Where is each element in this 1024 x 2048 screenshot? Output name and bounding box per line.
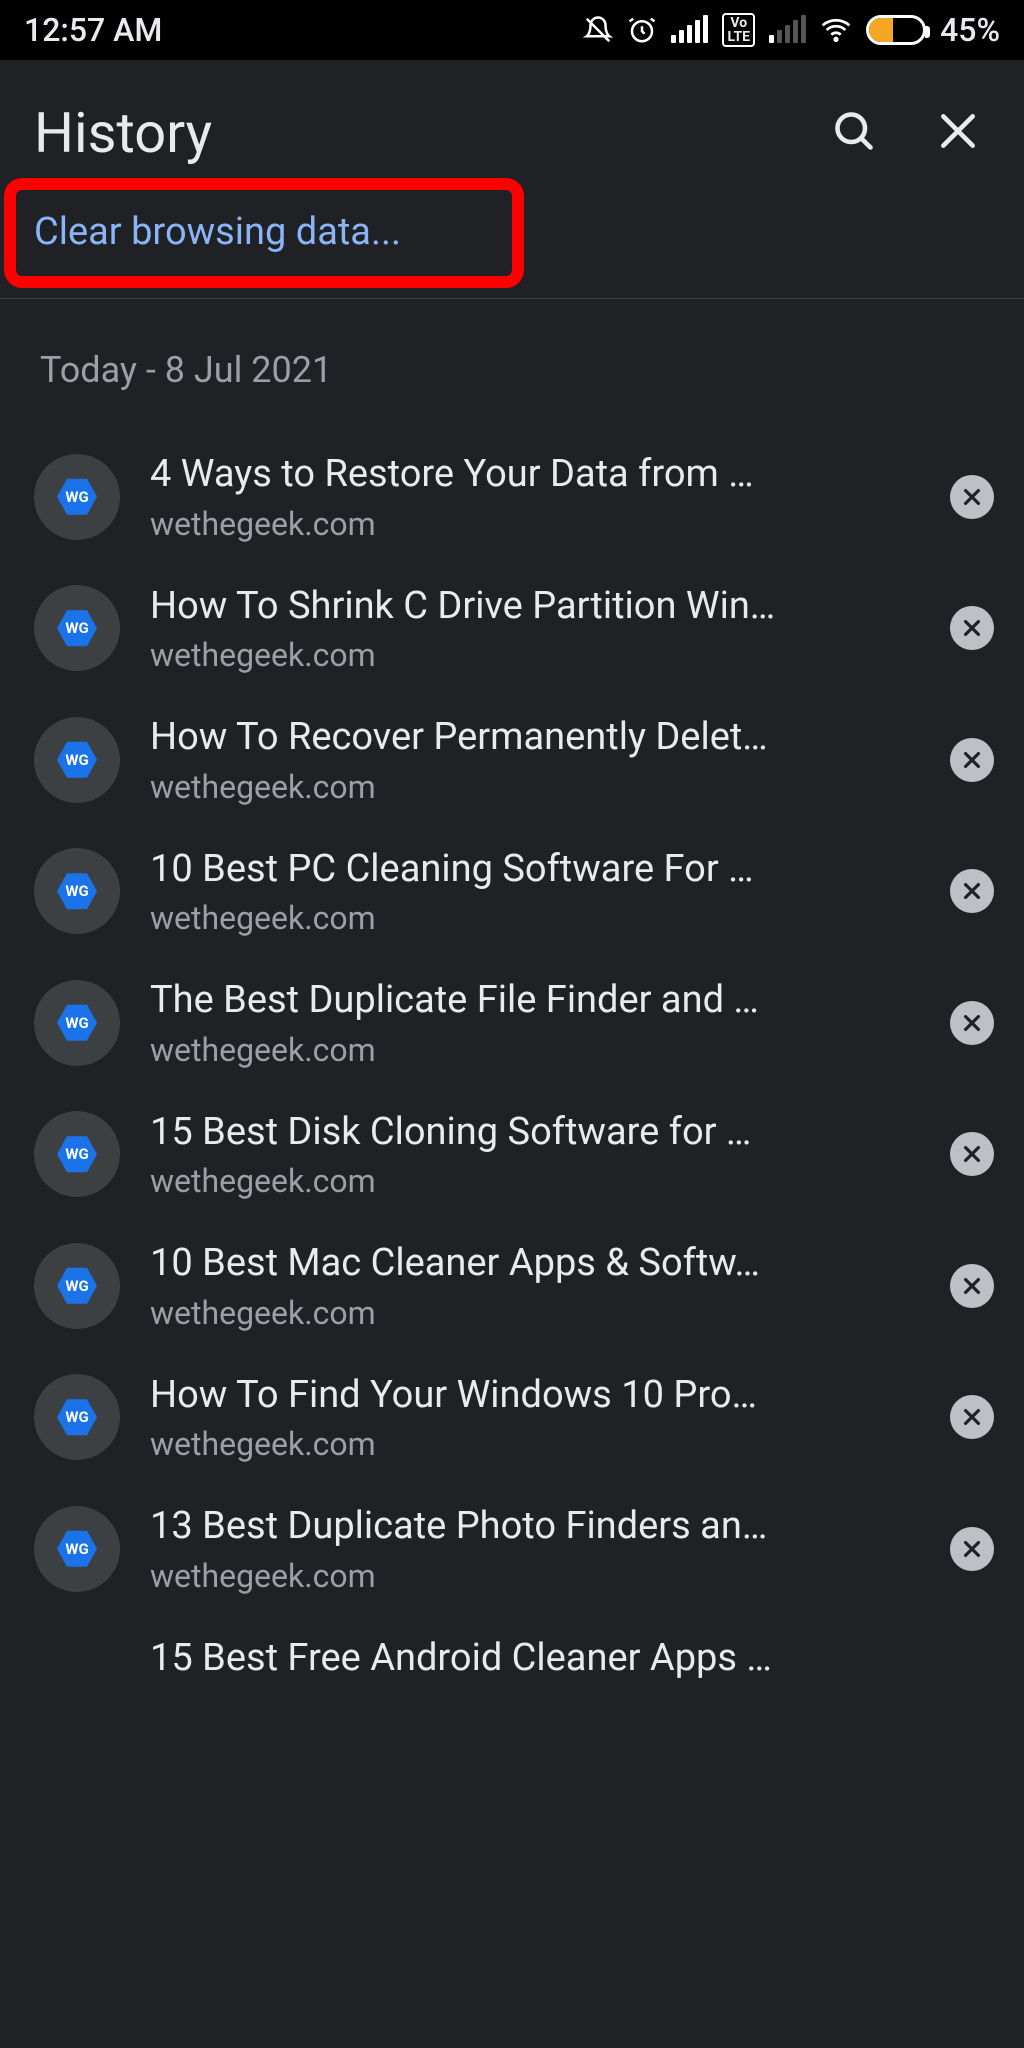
history-item-title: 15 Best Disk Cloning Software for …: [150, 1109, 920, 1157]
favicon-hex: WG: [57, 1266, 97, 1306]
history-item-title: 13 Best Duplicate Photo Finders an…: [150, 1503, 920, 1551]
history-item-title: 4 Ways to Restore Your Data from …: [150, 451, 920, 499]
history-item[interactable]: WG 15 Best Disk Cloning Software for … w…: [0, 1089, 1024, 1221]
remove-item-button[interactable]: [950, 1264, 994, 1308]
remove-item-button[interactable]: [950, 1395, 994, 1439]
site-favicon: WG: [34, 717, 120, 803]
volte-badge: VoLTE: [722, 13, 755, 47]
remove-item-button[interactable]: [950, 606, 994, 650]
history-list[interactable]: Today - 8 Jul 2021 WG 4 Ways to Restore …: [0, 299, 1024, 2048]
history-item-text: How To Find Your Windows 10 Pro… wethege…: [150, 1372, 920, 1464]
history-item[interactable]: WG 15 Best Free Android Cleaner Apps … w…: [0, 1615, 1024, 1721]
history-item[interactable]: WG 4 Ways to Restore Your Data from … we…: [0, 431, 1024, 563]
site-favicon: WG: [34, 1374, 120, 1460]
site-favicon: WG: [34, 848, 120, 934]
favicon-hex: WG: [57, 1134, 97, 1174]
close-icon[interactable]: [936, 109, 980, 157]
history-item-title: 10 Best Mac Cleaner Apps & Softw…: [150, 1240, 920, 1288]
history-item-domain: wethegeek.com: [150, 505, 920, 543]
remove-item-button[interactable]: [950, 1001, 994, 1045]
history-item[interactable]: WG 13 Best Duplicate Photo Finders an… w…: [0, 1483, 1024, 1615]
history-item-domain: wethegeek.com: [150, 1425, 920, 1463]
history-screen: History Clear browsing data... Today - 8…: [0, 60, 1024, 2048]
history-item-title: How To Find Your Windows 10 Pro…: [150, 1372, 920, 1420]
history-item-domain: wethegeek.com: [150, 1557, 920, 1595]
status-bar: 12:57 AM VoLTE 45%: [0, 0, 1024, 60]
history-item-text: 4 Ways to Restore Your Data from … wethe…: [150, 451, 920, 543]
history-item[interactable]: WG 10 Best Mac Cleaner Apps & Softw… wet…: [0, 1220, 1024, 1352]
status-time: 12:57 AM: [24, 11, 162, 49]
history-item-text: 15 Best Disk Cloning Software for … weth…: [150, 1109, 920, 1201]
remove-item-button[interactable]: [950, 475, 994, 519]
history-item-domain: wethegeek.com: [150, 1294, 920, 1332]
remove-item-button[interactable]: [950, 869, 994, 913]
battery-level: [869, 18, 893, 42]
site-favicon: WG: [34, 1506, 120, 1592]
search-icon[interactable]: [832, 109, 876, 157]
history-item-domain: wethegeek.com: [150, 899, 920, 937]
history-item[interactable]: WG How To Find Your Windows 10 Pro… weth…: [0, 1352, 1024, 1484]
wifi-icon: [820, 14, 852, 46]
history-item-title: How To Recover Permanently Delet…: [150, 714, 920, 762]
signal-icon: [671, 17, 708, 43]
battery-percent: 45%: [940, 11, 1000, 49]
date-header: Today - 8 Jul 2021: [0, 339, 1024, 431]
favicon-hex: WG: [57, 1529, 97, 1569]
remove-item-button[interactable]: [950, 1527, 994, 1571]
history-item-domain: wethegeek.com: [150, 1031, 920, 1069]
history-item-domain: wethegeek.com: [150, 1162, 920, 1200]
favicon-hex: WG: [57, 740, 97, 780]
status-right: VoLTE 45%: [583, 11, 1000, 49]
history-item-title: 10 Best PC Cleaning Software For …: [150, 846, 920, 894]
history-item[interactable]: WG 10 Best PC Cleaning Software For … we…: [0, 826, 1024, 958]
history-item[interactable]: WG The Best Duplicate File Finder and … …: [0, 957, 1024, 1089]
history-item-text: 15 Best Free Android Cleaner Apps … weth…: [150, 1635, 920, 1683]
clear-browsing-data-row: Clear browsing data...: [0, 196, 1024, 299]
history-item-text: 13 Best Duplicate Photo Finders an… weth…: [150, 1503, 920, 1595]
site-favicon: WG: [34, 980, 120, 1066]
favicon-hex: WG: [57, 1003, 97, 1043]
history-item-text: 10 Best Mac Cleaner Apps & Softw… wetheg…: [150, 1240, 920, 1332]
site-favicon: WG: [34, 1111, 120, 1197]
battery-icon: [866, 15, 926, 45]
history-item-domain: wethegeek.com: [150, 636, 920, 674]
history-item-title: How To Shrink C Drive Partition Win…: [150, 583, 920, 631]
history-item-title: 15 Best Free Android Cleaner Apps …: [150, 1635, 920, 1683]
history-item-text: 10 Best PC Cleaning Software For … wethe…: [150, 846, 920, 938]
site-favicon: WG: [34, 454, 120, 540]
favicon-hex: WG: [57, 871, 97, 911]
alarm-icon: [627, 15, 657, 45]
history-item-text: How To Shrink C Drive Partition Win… wet…: [150, 583, 920, 675]
site-favicon: WG: [34, 1635, 120, 1721]
history-item[interactable]: WG How To Shrink C Drive Partition Win… …: [0, 563, 1024, 695]
remove-item-button[interactable]: [950, 738, 994, 782]
history-item[interactable]: WG How To Recover Permanently Delet… wet…: [0, 694, 1024, 826]
site-favicon: WG: [34, 585, 120, 671]
history-item-domain: wethegeek.com: [150, 768, 920, 806]
clear-browsing-data-link[interactable]: Clear browsing data...: [34, 196, 421, 268]
site-favicon: WG: [34, 1243, 120, 1329]
page-title: History: [34, 100, 212, 166]
app-header: History: [0, 60, 1024, 196]
bell-off-icon: [583, 15, 613, 45]
favicon-hex: WG: [57, 608, 97, 648]
favicon-hex: WG: [57, 1397, 97, 1437]
history-item-text: How To Recover Permanently Delet… wetheg…: [150, 714, 920, 806]
history-item-title: The Best Duplicate File Finder and …: [150, 977, 920, 1025]
signal-weak-icon: [769, 17, 806, 43]
history-item-text: The Best Duplicate File Finder and … wet…: [150, 977, 920, 1069]
remove-item-button[interactable]: [950, 1132, 994, 1176]
favicon-hex: WG: [57, 477, 97, 517]
